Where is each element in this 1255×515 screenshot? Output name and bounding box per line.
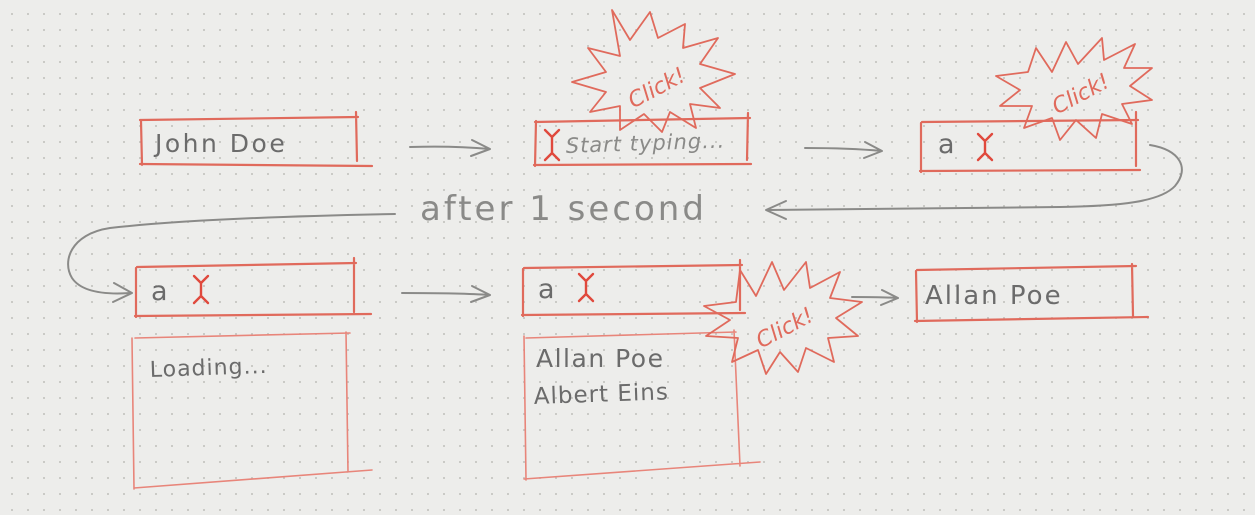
click-burst-icon-step5: Click! bbox=[703, 261, 863, 375]
step4-dropdown-panel: Loading... bbox=[131, 331, 373, 490]
click-label-step2: Click! bbox=[624, 63, 690, 114]
step4-input-value: a bbox=[151, 276, 168, 307]
step5-input-field: a bbox=[520, 258, 747, 318]
arrow-step1-to-step2 bbox=[409, 139, 491, 157]
delay-label: after 1 second bbox=[420, 189, 707, 229]
arrow-step4-to-step5 bbox=[401, 285, 491, 303]
text-cursor-icon bbox=[543, 128, 561, 162]
step1-input-field: John Doe bbox=[138, 110, 374, 168]
step2-input-placeholder: Start typing... bbox=[565, 128, 725, 158]
text-cursor-icon bbox=[577, 272, 595, 303]
step3-input-field: a bbox=[918, 110, 1142, 174]
step6-input-value: Allan Poe bbox=[925, 281, 1063, 311]
step5-option-1: Allan Poe bbox=[536, 344, 664, 373]
click-label-step3: Click! bbox=[1048, 69, 1114, 120]
step6-input-field: Allan Poe bbox=[913, 262, 1150, 324]
step3-input-value: a bbox=[938, 129, 955, 160]
text-cursor-icon bbox=[192, 274, 210, 305]
arrow-step2-to-step3 bbox=[804, 141, 883, 159]
click-burst-icon-step3: Click! bbox=[995, 37, 1153, 141]
step5-option-2: Albert Eins bbox=[533, 379, 669, 410]
click-label-step5: Click! bbox=[752, 303, 818, 354]
step5-dropdown-panel: Allan Poe Albert Eins bbox=[523, 329, 761, 481]
arrow-step5-to-step6 bbox=[851, 289, 899, 306]
step1-input-value: John Doe bbox=[153, 129, 287, 158]
click-burst-icon-step2: Click! bbox=[571, 9, 736, 133]
step4-dropdown-loading: Loading... bbox=[149, 354, 268, 383]
step2-input-field: Start typing... bbox=[532, 111, 753, 168]
step5-input-value: a bbox=[538, 274, 555, 305]
text-cursor-icon bbox=[976, 132, 994, 162]
step4-input-field: a bbox=[133, 256, 373, 319]
autocomplete-sketch-diagram: John Doe Start typing... Click! a Click!… bbox=[67, 9, 1183, 490]
